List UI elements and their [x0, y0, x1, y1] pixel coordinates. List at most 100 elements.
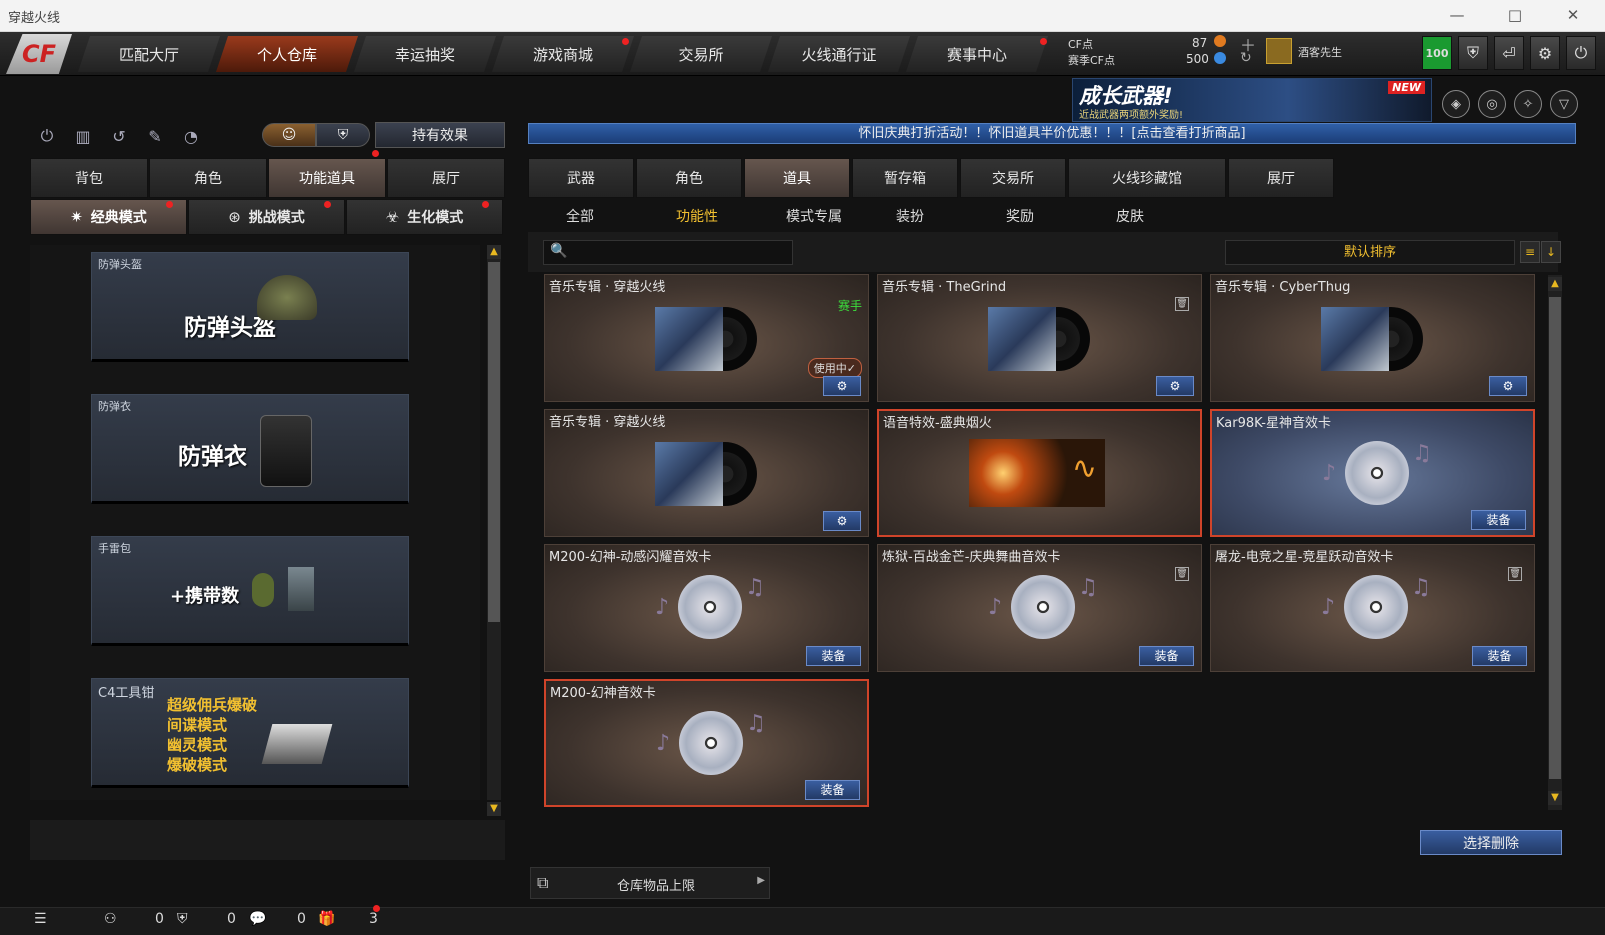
level-badge[interactable]: 100	[1422, 36, 1452, 70]
left-tab[interactable]: 背包	[30, 158, 148, 198]
nav-tab[interactable]: 游戏商城	[492, 36, 634, 72]
username[interactable]: 酒客先生	[1298, 44, 1342, 60]
sub-tab[interactable]: 皮肤	[1116, 206, 1144, 226]
power-icon[interactable]: ⏻	[1566, 36, 1596, 70]
item-card[interactable]: Kar98K-星神音效卡 ♪ ♫ 装备	[1210, 409, 1535, 537]
right-tab[interactable]: 火线珍藏馆	[1068, 158, 1226, 198]
item-card[interactable]: M200-幻神-动感闪耀音效卡 ♪ ♫ 装备	[544, 544, 869, 672]
craft-icon[interactable]: ✎	[142, 124, 168, 148]
equip-button[interactable]: 装备	[1471, 510, 1526, 530]
toggle-off-icon[interactable]: ⏻	[34, 124, 60, 148]
item-card-helmet[interactable]: 防弹头盔 防弹头盔	[91, 252, 409, 362]
gear-icon[interactable]: ⚙	[1530, 36, 1560, 70]
item-card[interactable]: 音乐专辑 · TheGrind 🗑 ⚙	[877, 274, 1202, 402]
item-card-c4[interactable]: C4工具钳 超级佣兵爆破 间谍模式 幽灵模式 爆破模式	[91, 678, 409, 788]
scroll-down-icon[interactable]: ▼	[487, 802, 501, 816]
avatar[interactable]	[1266, 38, 1292, 64]
right-tab[interactable]: 武器	[528, 158, 634, 198]
exit-icon[interactable]: ⏎	[1494, 36, 1524, 70]
scroll-up-icon[interactable]: ▲	[487, 245, 501, 259]
right-scroll-thumb[interactable]	[1549, 297, 1561, 779]
item-card[interactable]: 炼狱-百战金芒-庆典舞曲音效卡 🗑 ♪ ♫ 装备	[877, 544, 1202, 672]
promo-alert[interactable]: 怀旧庆典打折活动！！怀旧道具半价优惠！！！[点击查看打折商品]	[528, 123, 1576, 144]
close-button[interactable]: ✕	[1560, 4, 1586, 26]
right-tab[interactable]: 暂存箱	[852, 158, 958, 198]
nav-tab[interactable]: 赛事中心	[906, 36, 1048, 72]
mode-label: 挑战模式	[248, 210, 305, 226]
cf-logo[interactable]: CF	[6, 34, 72, 74]
hold-effect-button[interactable]: 持有效果	[375, 122, 505, 148]
right-tab[interactable]: 道具	[744, 158, 850, 198]
nav-tab[interactable]: 火线通行证	[768, 36, 910, 72]
trash-icon[interactable]: 🗑	[1508, 567, 1522, 581]
event-icon-4[interactable]: ▽	[1550, 90, 1578, 118]
equip-button[interactable]: 装备	[806, 646, 861, 666]
item-card[interactable]: 音乐专辑 · 穿越火线 ⚙	[544, 409, 869, 537]
event-icon-2[interactable]: ◎	[1478, 90, 1506, 118]
search-input[interactable]: 🔍	[543, 240, 793, 265]
select-delete-button[interactable]: 选择删除	[1420, 830, 1562, 855]
minimize-button[interactable]: —	[1444, 4, 1470, 26]
chat-icon[interactable]: 💬	[249, 911, 266, 927]
right-tab[interactable]: 交易所	[960, 158, 1066, 198]
mode-tab[interactable]: ✷ 经典模式	[30, 199, 187, 235]
maximize-button[interactable]: □	[1502, 4, 1528, 26]
mouse-icon[interactable]: ◔	[178, 124, 204, 148]
left-scroll-thumb[interactable]	[488, 262, 500, 622]
equip-button[interactable]: 装备	[1472, 646, 1527, 666]
gear-button[interactable]: ⚙	[1156, 376, 1194, 396]
gift-icon[interactable]: 🎁	[318, 911, 335, 927]
item-card[interactable]: 语音特效-盛典烟火 ∿	[877, 409, 1202, 537]
ranking-icon[interactable]: ▥	[70, 124, 96, 148]
cd-icon	[679, 711, 743, 775]
mode-tab[interactable]: ☣ 生化模式	[346, 199, 503, 235]
sort-dropdown[interactable]: 默认排序	[1225, 240, 1515, 265]
event-icon-3[interactable]: ✧	[1514, 90, 1542, 118]
sub-tab[interactable]: 模式专属	[786, 206, 842, 226]
sub-tab[interactable]: 装扮	[896, 206, 924, 226]
nav-tab[interactable]: 幸运抽奖	[354, 36, 496, 72]
menu-icon[interactable]: ☰	[34, 911, 47, 927]
left-tab[interactable]: 展厅	[387, 158, 505, 198]
scroll-up-icon[interactable]: ▲	[1548, 277, 1562, 291]
nav-tab[interactable]: 个人仓库	[216, 36, 358, 72]
item-card[interactable]: M200-幻神音效卡 ♪ ♫ 装备	[544, 679, 869, 807]
right-tab[interactable]: 角色	[636, 158, 742, 198]
sort-order-icon[interactable]: ↓	[1541, 241, 1561, 263]
gear-button[interactable]: ⚙	[1489, 376, 1527, 396]
nav-tab[interactable]: 匹配大厅	[78, 36, 220, 72]
equip-button[interactable]: 装备	[1139, 646, 1194, 666]
promo-banner[interactable]: 成长武器! 近战武器两项额外奖励! NEW	[1072, 78, 1432, 122]
item-card[interactable]: 音乐专辑 · 穿越火线 赛手 使用中✓ ⚙	[544, 274, 869, 402]
mode-tab[interactable]: ⊛ 挑战模式	[188, 199, 345, 235]
capacity-bar[interactable]: ⧉ 仓库物品上限 ▶	[530, 867, 770, 899]
sub-tab[interactable]: 全部	[566, 206, 594, 226]
item-card-vest[interactable]: 防弹衣 防弹衣	[91, 394, 409, 504]
cd-icon	[678, 575, 742, 639]
left-tab[interactable]: 功能道具	[268, 158, 386, 198]
mode-line: 幽灵模式	[167, 736, 228, 754]
trash-icon[interactable]: 🗑	[1175, 297, 1189, 311]
shield-icon[interactable]: ⛨	[1458, 36, 1488, 70]
right-tab[interactable]: 展厅	[1228, 158, 1334, 198]
list-view-icon[interactable]: ≡	[1520, 241, 1540, 263]
item-card[interactable]: 屠龙-电竞之星-竞星跃动音效卡 🗑 ♪ ♫ 装备	[1210, 544, 1535, 672]
trash-icon[interactable]: 🗑	[1175, 567, 1189, 581]
history-icon[interactable]: ↺	[106, 124, 132, 148]
gear-button[interactable]: ⚙	[823, 511, 861, 531]
item-card[interactable]: 音乐专辑 · CyberThug ⚙	[1210, 274, 1535, 402]
sub-tab[interactable]: 功能性	[676, 206, 718, 226]
badge-toggle[interactable]: ⛨	[316, 123, 370, 147]
equip-button[interactable]: 装备	[805, 780, 860, 800]
scroll-down-icon[interactable]: ▼	[1548, 791, 1562, 805]
nav-tab[interactable]: 交易所	[630, 36, 772, 72]
gear-button[interactable]: ⚙	[823, 376, 861, 396]
clan-icon[interactable]: ⛨	[177, 911, 188, 927]
left-tab[interactable]: 角色	[149, 158, 267, 198]
friends-icon[interactable]: ⚇	[104, 911, 117, 927]
item-card-grenade[interactable]: 手雷包 +携带数	[91, 536, 409, 646]
event-icon-1[interactable]: ◈	[1442, 90, 1470, 118]
sub-tab[interactable]: 奖励	[1006, 206, 1034, 226]
refresh-icon[interactable]: ↻	[1240, 50, 1252, 66]
character-toggle[interactable]: ☺	[262, 123, 316, 147]
